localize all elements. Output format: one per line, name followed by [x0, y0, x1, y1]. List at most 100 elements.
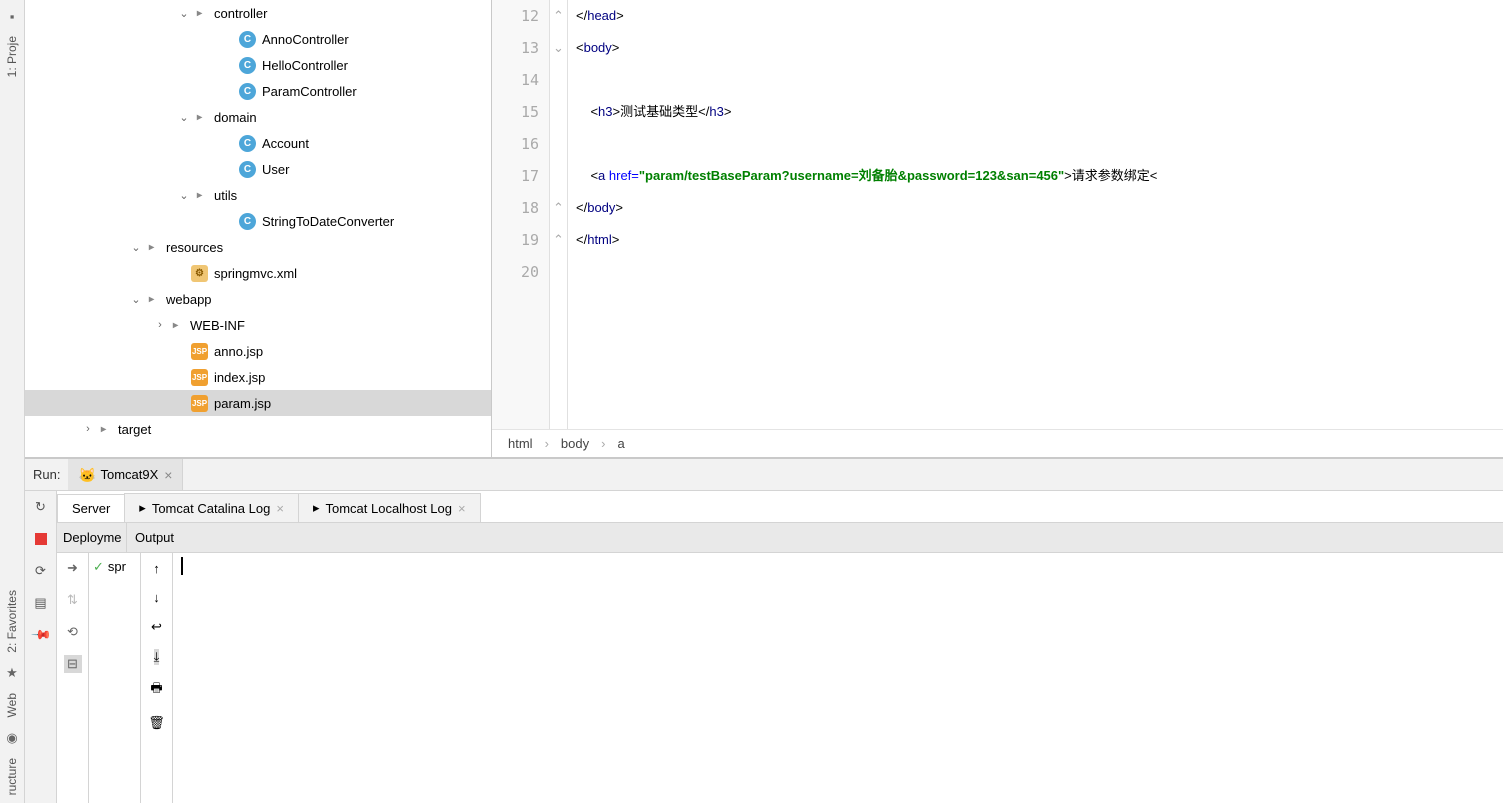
text-cursor [181, 557, 183, 575]
class-icon: C [239, 161, 256, 178]
folder-icon: ▸ [95, 421, 112, 438]
restart-button[interactable]: ⟳ [31, 561, 51, 581]
close-icon[interactable]: × [164, 467, 172, 483]
line-number[interactable]: 17 [492, 160, 539, 192]
layout-button[interactable]: ▤ [31, 593, 51, 613]
up-button[interactable]: ↑ [153, 561, 160, 576]
code-folding-gutter[interactable]: ⌃⌄⌃⌃ [550, 0, 568, 429]
chevron-down-icon[interactable]: ⌄ [177, 110, 191, 124]
code-line[interactable]: <h3>测试基础类型</h3> [576, 96, 1503, 128]
catalina-log-tab[interactable]: ▸ Tomcat Catalina Log × [124, 493, 299, 522]
tree-item-hello-controller[interactable]: ·CHelloController [25, 52, 491, 78]
log-icon: ▸ [139, 500, 146, 516]
line-number[interactable]: 14 [492, 64, 539, 96]
soft-wrap-button[interactable]: ↩ [151, 619, 162, 635]
fold-marker[interactable]: ⌃ [550, 224, 567, 256]
tree-item-anno-jsp[interactable]: ·JSPanno.jsp [25, 338, 491, 364]
line-number[interactable]: 19 [492, 224, 539, 256]
expand-button[interactable]: ⊟ [64, 655, 82, 673]
scroll-to-end-button[interactable]: ⤓ [154, 649, 160, 665]
code-line[interactable] [576, 64, 1503, 96]
refresh-button[interactable]: ⟲ [64, 623, 82, 641]
line-number[interactable]: 12 [492, 0, 539, 32]
check-icon: ✓ [93, 559, 104, 575]
deploy-button[interactable]: ➜ [64, 559, 82, 577]
chevron-down-icon[interactable]: ⌄ [177, 188, 191, 202]
line-number-gutter[interactable]: 121314151617181920 [492, 0, 550, 429]
tree-label: param.jsp [214, 396, 271, 411]
code-editor[interactable]: </head><body> <h3>测试基础类型</h3> <a href="p… [568, 0, 1503, 429]
line-number[interactable]: 18 [492, 192, 539, 224]
console-output[interactable] [173, 553, 1503, 803]
chevron-right-icon: › [601, 436, 605, 451]
pin-button[interactable]: 📌 [26, 621, 54, 649]
tree-item-string-to-date-converter[interactable]: ·CStringToDateConverter [25, 208, 491, 234]
favorites-tool-tab[interactable]: 2: Favorites [3, 582, 21, 661]
web-tool-tab[interactable]: Web [3, 685, 21, 725]
fold-marker[interactable]: ⌃ [550, 192, 567, 224]
localhost-log-tab[interactable]: ▸ Tomcat Localhost Log × [298, 493, 481, 522]
code-line[interactable] [576, 256, 1503, 288]
breadcrumb-a[interactable]: a [617, 436, 624, 451]
down-button[interactable]: ↓ [153, 590, 160, 605]
chevron-down-icon[interactable]: ⌄ [129, 292, 143, 306]
deployment-item[interactable]: spr [108, 559, 126, 574]
tree-item-index-jsp[interactable]: ·JSPindex.jsp [25, 364, 491, 390]
stop-button[interactable] [31, 529, 51, 549]
line-number[interactable]: 13 [492, 32, 539, 64]
globe-icon: ◉ [4, 730, 20, 746]
breadcrumb-body[interactable]: body [561, 436, 589, 451]
undeploy-button[interactable]: ⇅ [64, 591, 82, 609]
breadcrumb-html[interactable]: html [508, 436, 533, 451]
close-icon[interactable]: × [458, 501, 466, 516]
tree-label: anno.jsp [214, 344, 263, 359]
close-icon[interactable]: × [276, 501, 284, 516]
server-tab[interactable]: Server [57, 494, 125, 522]
line-number[interactable]: 20 [492, 256, 539, 288]
editor-area: 121314151617181920 ⌃⌄⌃⌃ </head><body> <h… [492, 0, 1503, 457]
clear-button[interactable]: 🗑 [148, 715, 165, 731]
code-line[interactable] [576, 128, 1503, 160]
print-button[interactable]: 🖶 [150, 679, 162, 701]
tree-label: utils [214, 188, 237, 203]
line-number[interactable]: 15 [492, 96, 539, 128]
tree-label: springmvc.xml [214, 266, 297, 281]
fold-marker[interactable]: ⌄ [550, 32, 567, 64]
editor-breadcrumb[interactable]: html › body › a [492, 429, 1503, 457]
line-number[interactable]: 16 [492, 128, 539, 160]
run-config-tab[interactable]: 🐱 Tomcat9X × [68, 459, 183, 490]
tree-item-param-controller[interactable]: ·CParamController [25, 78, 491, 104]
tree-item-domain[interactable]: ⌄▸domain [25, 104, 491, 130]
chevron-right-icon[interactable]: › [81, 422, 95, 436]
tree-item-account[interactable]: ·CAccount [25, 130, 491, 156]
chevron-right-icon[interactable]: › [153, 318, 167, 332]
code-line[interactable]: </html> [576, 224, 1503, 256]
tree-item-param-jsp[interactable]: ·JSPparam.jsp [25, 390, 491, 416]
chevron-down-icon[interactable]: ⌄ [129, 240, 143, 254]
tree-item-target[interactable]: ›▸target [25, 416, 491, 442]
deployment-list[interactable]: ✓ spr [89, 553, 141, 803]
tree-item-resources[interactable]: ⌄▸resources [25, 234, 491, 260]
tree-item-utils[interactable]: ⌄▸utils [25, 182, 491, 208]
rerun-button[interactable]: ↻ [31, 497, 51, 517]
code-line[interactable]: <body> [576, 32, 1503, 64]
structure-tool-tab[interactable]: ructure [3, 750, 21, 803]
tree-label: AnnoController [262, 32, 349, 47]
tree-item-springmvc-xml[interactable]: ·⚙springmvc.xml [25, 260, 491, 286]
tree-item-web-inf[interactable]: ›▸WEB-INF [25, 312, 491, 338]
chevron-down-icon[interactable]: ⌄ [177, 6, 191, 20]
code-line[interactable]: </body> [576, 192, 1503, 224]
tree-item-controller[interactable]: ⌄▸controller [25, 0, 491, 26]
class-icon: C [239, 213, 256, 230]
tree-item-user[interactable]: ·CUser [25, 156, 491, 182]
code-line[interactable]: </head> [576, 0, 1503, 32]
jsp-icon: JSP [191, 369, 208, 386]
tree-item-anno-controller[interactable]: ·CAnnoController [25, 26, 491, 52]
project-tree[interactable]: ⌄▸controller·CAnnoController·CHelloContr… [25, 0, 492, 457]
tree-label: WEB-INF [190, 318, 245, 333]
tree-item-webapp[interactable]: ⌄▸webapp [25, 286, 491, 312]
project-tool-tab[interactable]: 1: Proje [3, 28, 21, 85]
code-line[interactable]: <a href="param/testBaseParam?username=刘备… [576, 160, 1503, 192]
console-toolbar: ↑ ↓ ↩ ⤓ 🖶 🗑 [141, 553, 173, 803]
fold-marker[interactable]: ⌃ [550, 0, 567, 32]
